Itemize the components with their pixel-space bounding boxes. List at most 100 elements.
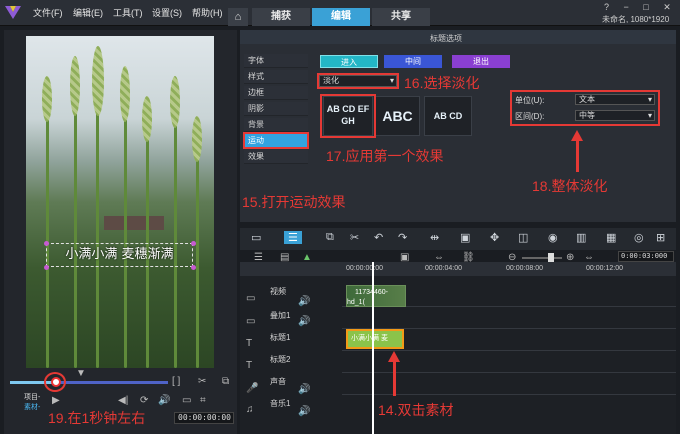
track-voice: 声音 <box>270 377 286 386</box>
project-mode-label[interactable]: 项目- <box>24 392 40 402</box>
highlight-thumb-1 <box>320 94 376 138</box>
video-track-icon: ▭ <box>246 293 256 304</box>
annotation-18: 18.整体淡化 <box>532 178 608 194</box>
menu-edit[interactable]: 编辑(E) <box>73 6 103 19</box>
tab-edit[interactable]: 编辑 <box>312 8 370 26</box>
split-audio-icon[interactable]: ⇹ <box>430 231 439 244</box>
highlight-fade <box>317 73 399 89</box>
project-name: 未命名, 1080*1920 <box>602 15 670 24</box>
redo-icon[interactable]: ↷ <box>398 231 407 244</box>
overlay-track-icon: ▭ <box>246 316 256 327</box>
volume-icon[interactable]: 🔊 <box>298 316 310 327</box>
mark-in-icon[interactable]: [ ] <box>172 376 180 387</box>
side-item-border[interactable]: 边框 <box>244 86 308 100</box>
window-controls[interactable]: ? − □ ✕ <box>604 2 677 13</box>
arrow-18 <box>576 140 579 172</box>
motion-out-button[interactable]: 退出 <box>452 55 510 68</box>
motion-middle-button[interactable]: 中间 <box>384 55 442 68</box>
unit-select[interactable]: 文本 ▾ <box>575 94 655 105</box>
motion-in-button[interactable]: 进入 <box>320 55 378 68</box>
arrow-14 <box>393 360 396 396</box>
split-icon[interactable]: ✂ <box>198 376 206 387</box>
interval-select[interactable]: 中等 ▾ <box>575 110 655 121</box>
volume-icon[interactable]: 🔊 <box>298 406 310 417</box>
timeline-view-icon[interactable]: ☰ <box>284 231 302 244</box>
ruler-tick: 00:00:04:00 <box>425 265 462 272</box>
undo-icon[interactable]: ↶ <box>374 231 383 244</box>
video-clip-name: 11734460-hd_1( <box>347 289 388 306</box>
timecode-display[interactable]: 00:00:00:00 <box>174 412 234 424</box>
menu-help[interactable]: 帮助(H) <box>192 6 223 19</box>
ruler-tick: 00:00:12:00 <box>586 265 623 272</box>
track-video: 视频 <box>270 287 286 296</box>
volume-icon[interactable]: 🔊 <box>158 395 170 406</box>
tab-share[interactable]: 共享 <box>372 8 430 26</box>
home-tab[interactable]: ⌂ <box>228 8 248 26</box>
home-icon: ⌂ <box>234 11 242 23</box>
color-icon[interactable]: ◉ <box>548 231 558 244</box>
resolution-icon[interactable]: ▭ <box>182 395 191 406</box>
menu-tools[interactable]: 工具(T) <box>113 6 143 19</box>
playhead[interactable] <box>372 262 374 434</box>
crop-icon[interactable]: ⌗ <box>200 395 206 406</box>
arrow-head-14 <box>388 351 400 362</box>
storyboard-icon[interactable]: ▭ <box>251 231 261 244</box>
music-track-icon: ♫ <box>246 404 254 415</box>
title-clip[interactable]: 小满小满 麦 <box>346 329 404 349</box>
play-icon[interactable]: ▶ <box>52 395 60 406</box>
tab-capture[interactable]: 捕获 <box>252 8 310 26</box>
options-title: 标题选项 <box>430 34 462 43</box>
annotation-19: 19.在1秒钟左右 <box>48 410 146 426</box>
title-caption[interactable]: 小满小满 麦穗渐满 <box>46 243 193 267</box>
audio-mixer-icon[interactable]: ◎ <box>634 231 644 244</box>
effect-thumb-2[interactable]: ABC <box>375 96 420 136</box>
ruler-tick: 00:00:00:00 <box>346 265 383 272</box>
unit-value: 文本 <box>579 95 595 104</box>
track-title1: 标题1 <box>270 333 291 342</box>
annotation-14: 14.双击素材 <box>378 402 454 418</box>
chevron-down-icon: ▾ <box>647 111 652 120</box>
project-duration: 0:00:03:000 <box>618 251 674 262</box>
volume-icon[interactable]: 🔊 <box>298 296 310 307</box>
copy-clip-icon[interactable]: ⧉ <box>326 231 334 244</box>
trim-marker-icon[interactable]: ▼ <box>76 368 86 379</box>
unit-label: 单位(U): <box>515 96 545 105</box>
subtitle-icon[interactable]: ▣ <box>460 231 470 244</box>
side-item-effect[interactable]: 效果 <box>244 150 308 164</box>
mask-icon[interactable]: ◫ <box>518 231 528 244</box>
effect-thumb-3[interactable]: AB CD <box>424 96 472 136</box>
building-image <box>104 216 164 230</box>
multi-trim-icon[interactable]: ▥ <box>576 231 586 244</box>
fit-icon[interactable]: ⊞ <box>656 231 665 244</box>
arrow-head-18 <box>571 130 583 141</box>
side-item-background[interactable]: 背景 <box>244 118 308 132</box>
side-item-shadow[interactable]: 阴影 <box>244 102 308 116</box>
annotation-15: 15.打开运动效果 <box>242 194 346 210</box>
repeat-icon[interactable]: ⟳ <box>140 395 148 406</box>
annotation-17: 17.应用第一个效果 <box>326 148 444 164</box>
track-overlay1: 叠加1 <box>270 311 291 320</box>
highlight-motion <box>243 132 309 149</box>
track-music1: 音乐1 <box>270 399 291 408</box>
ruler-tick: 00:00:08:00 <box>506 265 543 272</box>
clip-mode-label[interactable]: 素材- <box>24 402 40 412</box>
skip-back-icon[interactable]: ◀| <box>118 395 128 406</box>
annotation-16: 16.选择淡化 <box>404 75 480 91</box>
menu-settings[interactable]: 设置(S) <box>152 6 182 19</box>
app-logo-icon <box>5 6 21 19</box>
menu-file[interactable]: 文件(F) <box>33 6 63 19</box>
zoom-slider[interactable] <box>522 257 562 259</box>
side-item-font[interactable]: 字体 <box>244 54 308 68</box>
multicam-icon[interactable]: ▦ <box>606 231 616 244</box>
track-motion-icon[interactable]: ✥ <box>490 231 499 244</box>
title-track-icon: T <box>246 338 253 349</box>
video-preview[interactable] <box>26 36 214 368</box>
volume-icon[interactable]: 🔊 <box>298 384 310 395</box>
interval-value: 中等 <box>579 111 595 120</box>
scrubber-highlight <box>44 372 66 392</box>
side-item-style[interactable]: 样式 <box>244 70 308 84</box>
title-track-icon: T <box>246 360 253 371</box>
copy-icon[interactable]: ⧉ <box>222 376 229 387</box>
video-clip[interactable]: 11734460-hd_1( <box>346 285 406 307</box>
tools-icon[interactable]: ✂ <box>350 231 359 244</box>
